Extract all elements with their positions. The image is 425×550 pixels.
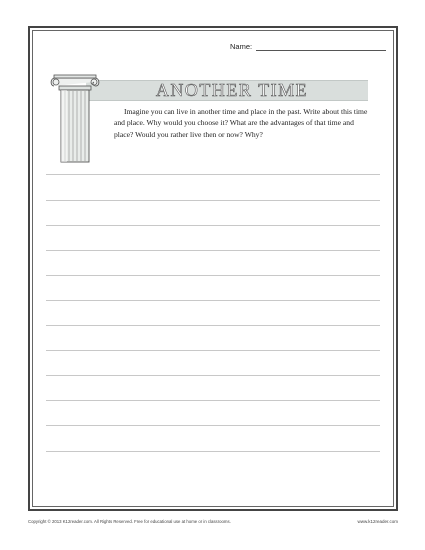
name-field-row: Name: xyxy=(230,42,387,51)
writing-line[interactable] xyxy=(46,400,380,401)
writing-line[interactable] xyxy=(46,275,380,276)
writing-prompt: Imagine you can live in another time and… xyxy=(114,107,368,139)
writing-line[interactable] xyxy=(46,200,380,201)
writing-line[interactable] xyxy=(46,375,380,376)
writing-line[interactable] xyxy=(46,325,380,326)
writing-line[interactable] xyxy=(46,300,380,301)
writing-line[interactable] xyxy=(46,250,380,251)
writing-line[interactable] xyxy=(46,451,380,452)
writing-area[interactable] xyxy=(46,170,380,480)
website-link[interactable]: www.k12reader.com xyxy=(357,519,398,524)
writing-line[interactable] xyxy=(46,425,380,426)
writing-line[interactable] xyxy=(46,225,380,226)
writing-line[interactable] xyxy=(46,350,380,351)
name-label: Name: xyxy=(230,42,253,51)
worksheet-title: ANOTHER TIME xyxy=(155,80,309,101)
copyright-footer: Copyright © 2013 K12reader.com. All Righ… xyxy=(28,519,231,524)
writing-line[interactable] xyxy=(46,174,380,175)
name-input-line[interactable] xyxy=(256,42,387,51)
ionic-column-icon xyxy=(50,74,100,163)
